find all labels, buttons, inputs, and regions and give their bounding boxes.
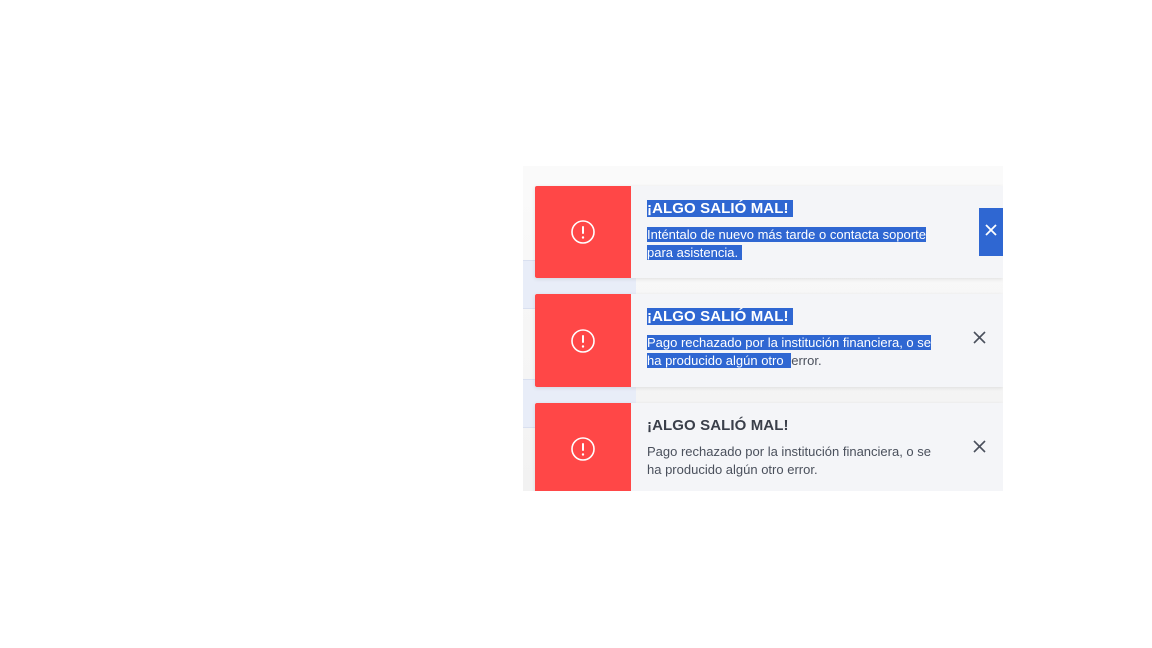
toast-title: ¡ALGO SALIÓ MAL! bbox=[647, 200, 793, 217]
toast-message: Pago rechazado por la institución financ… bbox=[647, 334, 937, 370]
error-toast: ¡ALGO SALIÓ MAL! Inténtalo de nuevo más … bbox=[535, 186, 1003, 278]
toast-message: Pago rechazado por la institución financ… bbox=[647, 443, 937, 479]
toast-message-selected: Pago rechazado por la institución financ… bbox=[647, 335, 932, 368]
close-icon bbox=[972, 331, 986, 349]
toast-title: ¡ALGO SALIÓ MAL! bbox=[647, 308, 793, 325]
toast-message-rest: error. bbox=[791, 353, 822, 368]
toast-message: Inténtalo de nuevo más tarde o contacta … bbox=[647, 226, 937, 262]
toast-body: ¡ALGO SALIÓ MAL! Pago rechazado por la i… bbox=[631, 294, 1003, 387]
close-icon bbox=[985, 223, 997, 241]
alert-circle-icon bbox=[570, 219, 596, 245]
toast-icon-box bbox=[535, 294, 631, 387]
close-button[interactable] bbox=[979, 208, 1003, 256]
notification-stack: ¡ALGO SALIÓ MAL! Inténtalo de nuevo más … bbox=[523, 166, 1003, 491]
toast-body: ¡ALGO SALIÓ MAL! Pago rechazado por la i… bbox=[631, 403, 1003, 491]
toast-body: ¡ALGO SALIÓ MAL! Inténtalo de nuevo más … bbox=[631, 186, 1003, 278]
toast-icon-box bbox=[535, 403, 631, 491]
alert-circle-icon bbox=[570, 328, 596, 354]
close-icon bbox=[972, 440, 986, 458]
error-toast: ¡ALGO SALIÓ MAL! Pago rechazado por la i… bbox=[535, 403, 1003, 491]
toast-message-selected: Inténtalo de nuevo más tarde o contacta … bbox=[647, 227, 926, 260]
close-button[interactable] bbox=[967, 328, 991, 352]
toast-message-rest: Pago rechazado por la institución financ… bbox=[647, 444, 932, 477]
close-button[interactable] bbox=[967, 437, 991, 461]
toast-title: ¡ALGO SALIÓ MAL! bbox=[647, 417, 789, 434]
error-toast: ¡ALGO SALIÓ MAL! Pago rechazado por la i… bbox=[535, 294, 1003, 387]
alert-circle-icon bbox=[570, 436, 596, 462]
toast-icon-box bbox=[535, 186, 631, 278]
